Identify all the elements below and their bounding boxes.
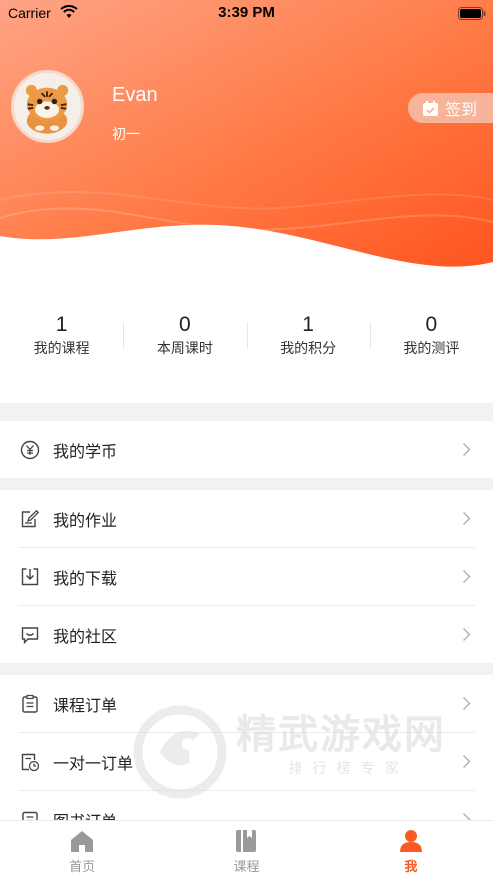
stat-my-assessments[interactable]: 0 我的测评 (369, 310, 493, 372)
edit-note-icon (21, 509, 40, 527)
section-gap (0, 663, 493, 675)
stat-weekly-hours[interactable]: 0 本周课时 (123, 310, 246, 372)
home-icon (71, 831, 94, 852)
clipboard-list-icon (22, 694, 38, 713)
stat-value: 1 (302, 313, 314, 336)
tab-bar: 首页 课程 我 (0, 820, 493, 879)
download-icon (21, 567, 39, 585)
menu-label: 我的学币 (53, 441, 118, 461)
stat-label: 本周课时 (156, 341, 213, 357)
tab-courses[interactable]: 课程 (164, 821, 328, 879)
stats-row: 1 我的课程 0 本周课时 1 我的积分 0 我的测评 (0, 310, 493, 372)
tab-label: 我 (404, 860, 418, 875)
tab-label: 首页 (69, 860, 96, 875)
book-icon (236, 830, 257, 852)
menu-item-one-on-one-orders[interactable]: 一对一订单 (0, 733, 493, 790)
profile-header: Carrier 3:39 PM Evan 初一 签到 (0, 0, 493, 285)
menu-item-course-orders[interactable]: 课程订单 (0, 675, 493, 732)
menu-label: 我的下载 (53, 568, 118, 588)
chevron-right-icon (462, 754, 471, 769)
header-background (0, 0, 493, 267)
status-bar: Carrier 3:39 PM (0, 0, 493, 26)
menu-item-community[interactable]: 我的社区 (0, 606, 493, 663)
stat-value: 0 (179, 313, 191, 336)
profile-screen: Carrier 3:39 PM Evan 初一 签到 1 我的课程 0 本周课时… (0, 0, 493, 879)
section-gap (0, 478, 493, 490)
chevron-right-icon (462, 627, 471, 642)
stat-label: 我的课程 (33, 341, 90, 357)
clock-document-icon (21, 753, 40, 771)
chevron-right-icon (462, 442, 471, 457)
tab-me[interactable]: 我 (329, 821, 493, 879)
stat-my-points[interactable]: 1 我的积分 (246, 310, 370, 372)
calendar-check-icon (423, 100, 438, 116)
tab-home[interactable]: 首页 (0, 821, 164, 879)
stat-label: 我的测评 (403, 341, 460, 357)
user-name: Evan (112, 84, 158, 106)
stat-my-courses[interactable]: 1 我的课程 (0, 310, 123, 372)
menu-label: 我的作业 (53, 510, 118, 530)
section-gap (0, 403, 493, 421)
user-grade: 初一 (112, 127, 140, 143)
menu-item-downloads[interactable]: 我的下载 (0, 548, 493, 605)
stat-value: 1 (55, 313, 68, 336)
person-icon (399, 830, 422, 852)
menu-label: 课程订单 (53, 695, 118, 715)
stat-value: 0 (425, 313, 438, 336)
tiger-avatar-icon (14, 73, 81, 140)
chat-bubble-icon (21, 626, 39, 644)
checkin-label: 签到 (445, 100, 478, 119)
battery-icon (458, 7, 486, 20)
chevron-right-icon (462, 569, 471, 584)
stat-label: 我的积分 (280, 341, 337, 357)
menu-item-coins[interactable]: 我的学币 (0, 421, 493, 478)
avatar[interactable] (11, 70, 84, 143)
menu-item-homework[interactable]: 我的作业 (0, 490, 493, 547)
chevron-right-icon (462, 511, 471, 526)
menu-label: 我的社区 (53, 626, 118, 646)
chevron-right-icon (462, 696, 471, 711)
tab-label: 课程 (233, 860, 260, 875)
clock-time: 3:39 PM (218, 4, 275, 21)
checkin-button[interactable]: 签到 (408, 93, 493, 123)
yen-coin-icon (20, 440, 40, 459)
menu-label: 一对一订单 (53, 753, 134, 773)
